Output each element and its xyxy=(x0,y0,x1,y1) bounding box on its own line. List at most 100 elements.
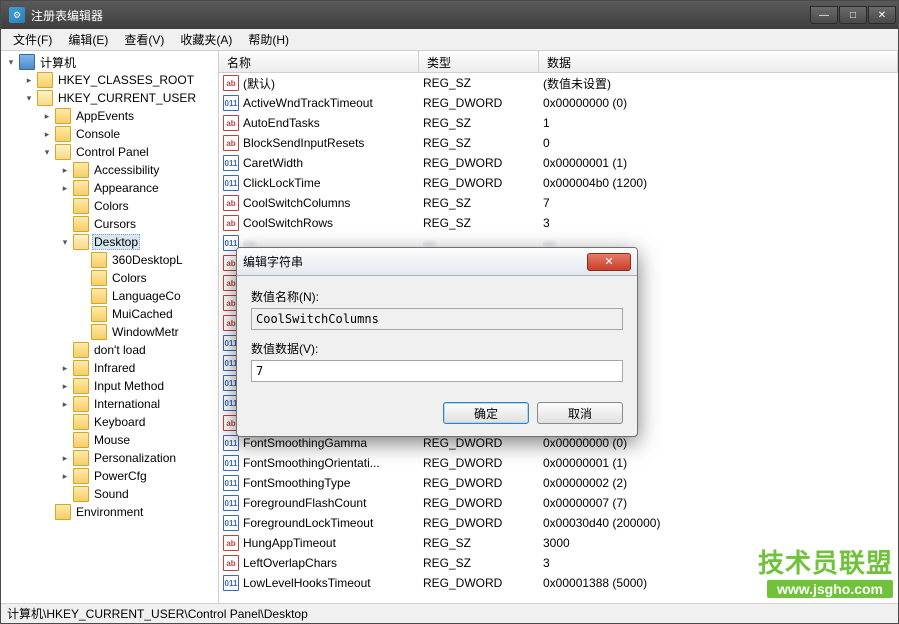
cell-name: HungAppTimeout xyxy=(243,536,423,550)
folder-icon xyxy=(91,270,107,286)
list-row[interactable]: abHungAppTimeoutREG_SZ3000 xyxy=(219,533,898,553)
menu-file[interactable]: 文件(F) xyxy=(5,29,60,50)
cell-data: (数值未设置) xyxy=(543,75,894,92)
tree-item[interactable]: Keyboard xyxy=(1,413,218,431)
dialog-close-button[interactable]: ✕ xyxy=(587,253,631,271)
cell-data: 0x00000002 (2) xyxy=(543,476,894,490)
app-icon: ⚙ xyxy=(9,7,25,23)
cell-name: CoolSwitchColumns xyxy=(243,196,423,210)
minimize-button[interactable]: — xyxy=(810,6,838,24)
cancel-button[interactable]: 取消 xyxy=(537,402,623,424)
tree-item[interactable]: ▸Accessibility xyxy=(1,161,218,179)
cell-type: REG_SZ xyxy=(423,556,543,570)
value-name-field xyxy=(251,308,623,330)
close-button[interactable]: ✕ xyxy=(868,6,896,24)
tree-item[interactable]: ▸International xyxy=(1,395,218,413)
tree-item[interactable]: ▸PowerCfg xyxy=(1,467,218,485)
menu-help[interactable]: 帮助(H) xyxy=(240,29,297,50)
expand-icon[interactable]: ▸ xyxy=(59,452,71,464)
tree-item[interactable]: 360DesktopL xyxy=(1,251,218,269)
maximize-button[interactable]: □ xyxy=(839,6,867,24)
menu-view[interactable]: 查看(V) xyxy=(116,29,172,50)
expand-icon[interactable]: ▸ xyxy=(59,380,71,392)
list-row[interactable]: ab(默认)REG_SZ(数值未设置) xyxy=(219,73,898,93)
tree-item[interactable]: ▸ HKEY_CLASSES_ROOT xyxy=(1,71,218,89)
tree-item[interactable]: Cursors xyxy=(1,215,218,233)
list-row[interactable]: 011CaretWidthREG_DWORD0x00000001 (1) xyxy=(219,153,898,173)
tree-item[interactable]: ▾HKEY_CURRENT_USER xyxy=(1,89,218,107)
tree-item[interactable]: Colors xyxy=(1,197,218,215)
expand-icon[interactable]: ▸ xyxy=(59,398,71,410)
expand-icon[interactable]: ▸ xyxy=(59,470,71,482)
tree-item[interactable]: ▾计算机 xyxy=(1,53,218,71)
column-type[interactable]: 类型 xyxy=(419,51,539,72)
ok-button[interactable]: 确定 xyxy=(443,402,529,424)
tree-item-label: Keyboard xyxy=(92,414,147,430)
tree-item[interactable]: ▸Input Method xyxy=(1,377,218,395)
string-value-icon: ab xyxy=(223,535,239,551)
expand-icon[interactable]: ▸ xyxy=(41,128,53,140)
dialog-titlebar[interactable]: 编辑字符串 ✕ xyxy=(237,248,637,276)
tree-item[interactable]: Colors xyxy=(1,269,218,287)
tree-item[interactable]: MuiCached xyxy=(1,305,218,323)
tree-item-label: HKEY_CLASSES_ROOT xyxy=(56,72,196,88)
tree-item[interactable]: WindowMetr xyxy=(1,323,218,341)
column-name[interactable]: 名称 xyxy=(219,51,419,72)
expand-icon[interactable]: ▸ xyxy=(59,182,71,194)
list-row[interactable]: 011ForegroundFlashCountREG_DWORD0x000000… xyxy=(219,493,898,513)
list-row[interactable]: 011ActiveWndTrackTimeoutREG_DWORD0x00000… xyxy=(219,93,898,113)
tree-item[interactable]: ▾Control Panel xyxy=(1,143,218,161)
list-row[interactable]: abAutoEndTasksREG_SZ1 xyxy=(219,113,898,133)
tree-item[interactable]: Environment xyxy=(1,503,218,521)
tree-item[interactable]: ▸AppEvents xyxy=(1,107,218,125)
tree-item-label: Cursors xyxy=(92,216,138,232)
status-path: 计算机\HKEY_CURRENT_USER\Control Panel\Desk… xyxy=(7,605,308,622)
tree-item[interactable]: Sound xyxy=(1,485,218,503)
tree-item[interactable]: Mouse xyxy=(1,431,218,449)
cell-type: REG_DWORD xyxy=(423,516,543,530)
expand-icon[interactable]: ▸ xyxy=(59,164,71,176)
value-data-field[interactable] xyxy=(251,360,623,382)
expand-icon[interactable]: ▸ xyxy=(23,74,35,86)
tree-item[interactable]: ▾Desktop xyxy=(1,233,218,251)
cell-type: REG_SZ xyxy=(423,116,543,130)
list-row[interactable]: 011FontSmoothingOrientati...REG_DWORD0x0… xyxy=(219,453,898,473)
tree-item[interactable]: ▸Console xyxy=(1,125,218,143)
column-data[interactable]: 数据 xyxy=(539,51,898,72)
tree-item[interactable]: ▸Infrared xyxy=(1,359,218,377)
tree-item[interactable]: don't load xyxy=(1,341,218,359)
cell-data: 0x00000007 (7) xyxy=(543,496,894,510)
menu-edit[interactable]: 编辑(E) xyxy=(60,29,116,50)
list-row[interactable]: 011ClickLockTimeREG_DWORD0x000004b0 (120… xyxy=(219,173,898,193)
cell-data: 3 xyxy=(543,216,894,230)
list-row[interactable]: abLeftOverlapCharsREG_SZ3 xyxy=(219,553,898,573)
expand-icon[interactable]: ▸ xyxy=(59,362,71,374)
cell-type: REG_DWORD xyxy=(423,576,543,590)
string-value-icon: ab xyxy=(223,215,239,231)
cell-data: 3 xyxy=(543,556,894,570)
collapse-icon[interactable]: ▾ xyxy=(41,146,53,158)
titlebar[interactable]: ⚙ 注册表编辑器 — □ ✕ xyxy=(1,1,898,29)
collapse-icon[interactable]: ▾ xyxy=(23,92,35,104)
dialog-buttons: 确定 取消 xyxy=(237,396,637,436)
tree-pane[interactable]: ▾计算机 ▸ HKEY_CLASSES_ROOT▾HKEY_CURRENT_USER… xyxy=(1,51,219,603)
menu-favorites[interactable]: 收藏夹(A) xyxy=(172,29,240,50)
tree-item-label: Colors xyxy=(110,270,149,286)
cell-name: ForegroundLockTimeout xyxy=(243,516,423,530)
string-value-icon: ab xyxy=(223,115,239,131)
list-row[interactable]: 011ForegroundLockTimeoutREG_DWORD0x00030… xyxy=(219,513,898,533)
dword-value-icon: 011 xyxy=(223,495,239,511)
list-row[interactable]: 011LowLevelHooksTimeoutREG_DWORD0x000013… xyxy=(219,573,898,593)
collapse-icon[interactable]: ▾ xyxy=(5,56,17,68)
list-row[interactable]: abCoolSwitchColumnsREG_SZ7 xyxy=(219,193,898,213)
collapse-icon[interactable]: ▾ xyxy=(59,236,71,248)
list-row[interactable]: abBlockSendInputResetsREG_SZ0 xyxy=(219,133,898,153)
tree-item[interactable]: ▸Personalization xyxy=(1,449,218,467)
tree-item[interactable]: ▸Appearance xyxy=(1,179,218,197)
cell-name: BlockSendInputResets xyxy=(243,136,423,150)
list-row[interactable]: abCoolSwitchRowsREG_SZ3 xyxy=(219,213,898,233)
expand-icon[interactable]: ▸ xyxy=(41,110,53,122)
tree-item[interactable]: LanguageCo xyxy=(1,287,218,305)
list-row[interactable]: 011FontSmoothingTypeREG_DWORD0x00000002 … xyxy=(219,473,898,493)
tree-item-label: Sound xyxy=(92,486,131,502)
